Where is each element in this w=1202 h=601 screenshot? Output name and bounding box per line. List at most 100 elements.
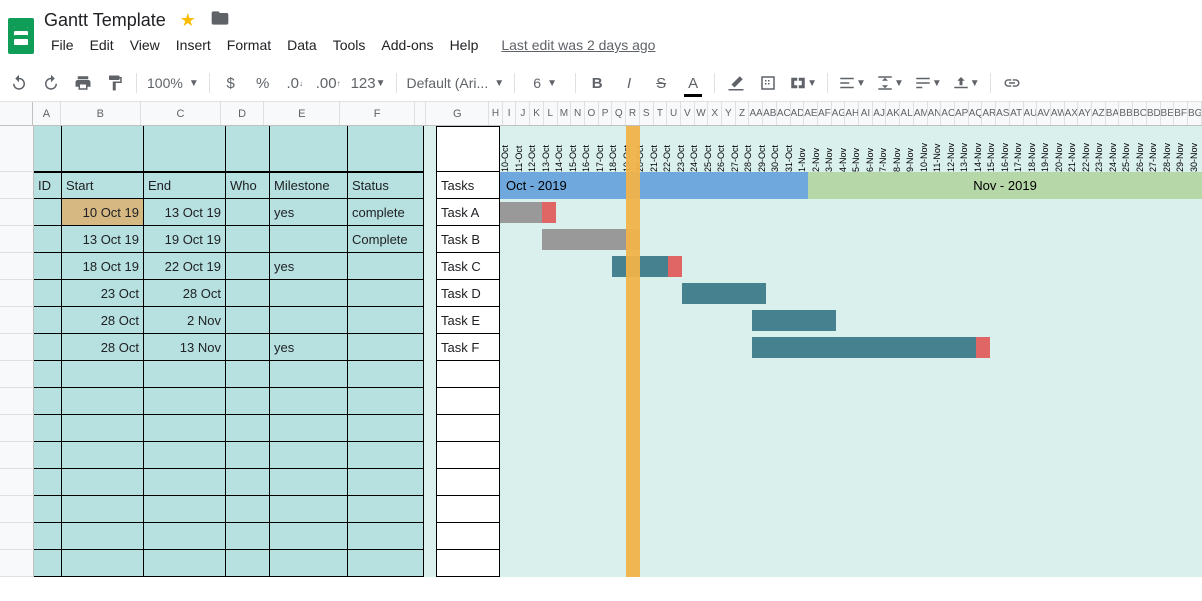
cell-empty[interactable] <box>34 469 62 496</box>
col-header-AX[interactable]: AX <box>1065 102 1079 125</box>
row-header[interactable] <box>0 199 34 226</box>
col-header-V[interactable]: V <box>681 102 695 125</box>
cell-who[interactable] <box>226 280 270 307</box>
row-header[interactable] <box>0 523 34 550</box>
col-header-X[interactable]: X <box>708 102 722 125</box>
cell-start[interactable]: 23 Oct <box>62 280 144 307</box>
task-label[interactable]: Task A <box>437 199 500 226</box>
col-header-BG[interactable]: BG <box>1188 102 1202 125</box>
menu-insert[interactable]: Insert <box>169 33 218 57</box>
col-header-M[interactable]: M <box>558 102 572 125</box>
gantt-bar[interactable] <box>752 337 990 358</box>
decrease-decimal-button[interactable]: .0↓ <box>284 71 306 95</box>
menu-tools[interactable]: Tools <box>326 33 373 57</box>
cell-empty[interactable] <box>34 361 62 388</box>
cell-empty[interactable] <box>348 442 424 469</box>
col-header-AQ[interactable]: AQ <box>969 102 983 125</box>
cell-empty[interactable] <box>226 550 270 577</box>
cell-empty[interactable] <box>348 496 424 523</box>
header-status[interactable]: Status <box>348 172 424 199</box>
menu-format[interactable]: Format <box>220 33 278 57</box>
task-label[interactable]: Task B <box>437 226 500 253</box>
cell-empty[interactable] <box>144 415 226 442</box>
cell-id[interactable] <box>34 334 62 361</box>
cell-empty[interactable] <box>270 550 348 577</box>
row-header[interactable] <box>0 172 34 199</box>
cell-empty[interactable] <box>144 523 226 550</box>
col-header-U[interactable]: U <box>667 102 681 125</box>
col-header-AK[interactable]: AK <box>886 102 900 125</box>
col-header-P[interactable]: P <box>599 102 613 125</box>
col-header-AH[interactable]: AH <box>845 102 859 125</box>
cell-empty[interactable] <box>226 415 270 442</box>
cell[interactable] <box>62 126 144 172</box>
cell[interactable] <box>270 126 348 172</box>
cell-status[interactable] <box>348 280 424 307</box>
task-label[interactable]: Task F <box>437 334 500 361</box>
col-header-AP[interactable]: AP <box>955 102 969 125</box>
cell-empty[interactable] <box>437 550 500 577</box>
cell-empty[interactable] <box>437 361 500 388</box>
cell-who[interactable] <box>226 253 270 280</box>
last-edit-link[interactable]: Last edit was 2 days ago <box>501 37 655 53</box>
row-header[interactable] <box>0 307 34 334</box>
col-header-K[interactable]: K <box>530 102 544 125</box>
cell-empty[interactable] <box>226 361 270 388</box>
col-header-AW[interactable]: AW <box>1051 102 1065 125</box>
cell-end[interactable]: 19 Oct 19 <box>144 226 226 253</box>
col-header-AO[interactable]: AO <box>941 102 955 125</box>
col-header-A[interactable]: A <box>33 102 60 125</box>
col-header-D[interactable]: D <box>221 102 264 125</box>
col-header-AB[interactable]: AB <box>763 102 777 125</box>
col-header-BD[interactable]: BD <box>1147 102 1161 125</box>
cell-empty[interactable] <box>270 415 348 442</box>
cell-empty[interactable] <box>270 523 348 550</box>
cell-empty[interactable] <box>144 442 226 469</box>
col-header-L[interactable]: L <box>544 102 558 125</box>
col-header-H[interactable]: H <box>489 102 503 125</box>
cell-empty[interactable] <box>62 442 144 469</box>
cell-empty[interactable] <box>144 496 226 523</box>
sheets-logo-icon[interactable] <box>8 18 34 54</box>
cell-empty[interactable] <box>144 388 226 415</box>
cell-id[interactable] <box>34 307 62 334</box>
header-tasks[interactable]: Tasks <box>437 172 500 199</box>
col-header-AA[interactable]: AA <box>749 102 763 125</box>
cell-empty[interactable] <box>144 550 226 577</box>
cell-end[interactable]: 13 Oct 19 <box>144 199 226 226</box>
row-header[interactable] <box>0 550 34 577</box>
rotate-button[interactable]: ▼ <box>952 71 980 95</box>
cell-status[interactable]: Complete <box>348 226 424 253</box>
header-id[interactable]: ID <box>34 172 62 199</box>
star-icon[interactable]: ★ <box>180 10 196 31</box>
row-header[interactable] <box>0 253 34 280</box>
cell-empty[interactable] <box>34 415 62 442</box>
cell-empty[interactable] <box>62 496 144 523</box>
col-header-Y[interactable]: Y <box>722 102 736 125</box>
undo-button[interactable] <box>8 71 30 95</box>
cell-empty[interactable] <box>144 469 226 496</box>
col-header-BC[interactable]: BC <box>1133 102 1147 125</box>
cell-milestone[interactable] <box>270 307 348 334</box>
cell-empty[interactable] <box>34 523 62 550</box>
col-header-AV[interactable]: AV <box>1037 102 1051 125</box>
col-header-BA[interactable]: BA <box>1106 102 1120 125</box>
cell-empty[interactable] <box>437 415 500 442</box>
col-header-AJ[interactable]: AJ <box>873 102 887 125</box>
cell-empty[interactable] <box>437 469 500 496</box>
task-label[interactable]: Task E <box>437 307 500 334</box>
cell-start[interactable]: 13 Oct 19 <box>62 226 144 253</box>
cell-milestone[interactable] <box>270 280 348 307</box>
row-header[interactable] <box>0 469 34 496</box>
col-header-AY[interactable]: AY <box>1078 102 1092 125</box>
row-header[interactable] <box>0 388 34 415</box>
col-header-AN[interactable]: AN <box>928 102 942 125</box>
paint-format-button[interactable] <box>104 71 126 95</box>
menu-add-ons[interactable]: Add-ons <box>374 33 440 57</box>
cell-start[interactable]: 28 Oct <box>62 334 144 361</box>
cell-end[interactable]: 22 Oct 19 <box>144 253 226 280</box>
cell-empty[interactable] <box>437 496 500 523</box>
col-header-BE[interactable]: BE <box>1161 102 1175 125</box>
redo-button[interactable] <box>40 71 62 95</box>
zoom-select[interactable]: 100%▼ <box>147 75 199 91</box>
